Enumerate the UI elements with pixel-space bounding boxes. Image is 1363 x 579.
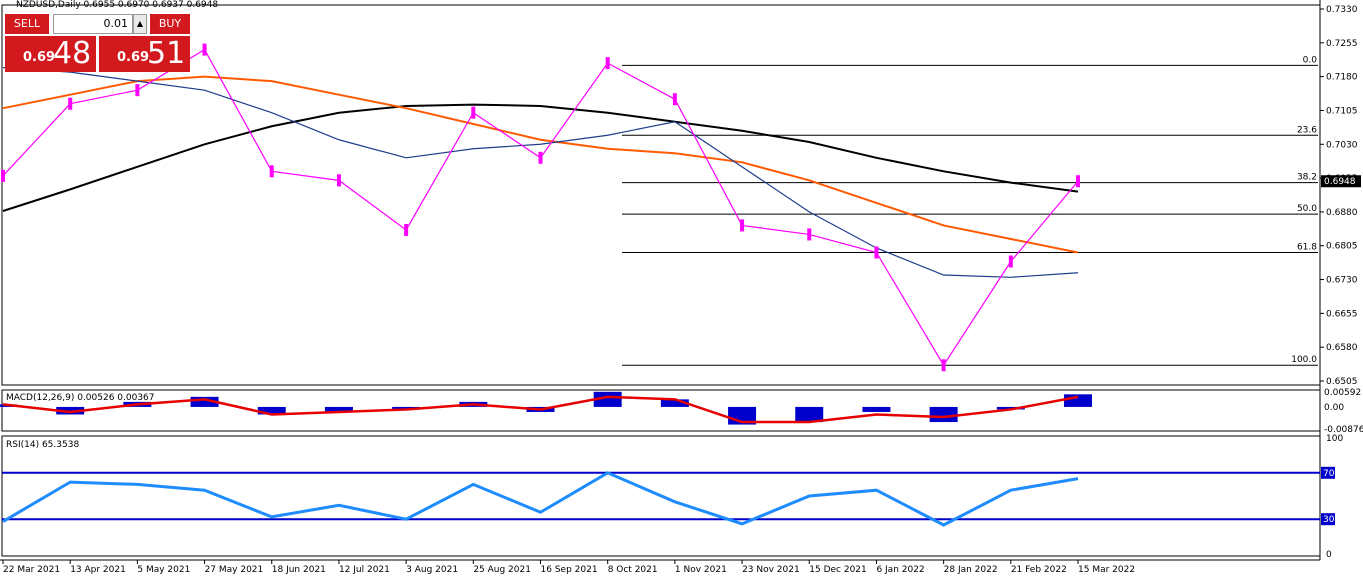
sell-price-big: 48 (53, 36, 92, 71)
price-tick-label: 0.6730 (1326, 276, 1358, 286)
fib-level-label: 23.6 (1297, 125, 1317, 135)
price-candle (471, 106, 476, 119)
time-tick-label: 13 Apr 2021 (70, 565, 126, 575)
time-tick-label: 15 Mar 2022 (1078, 565, 1135, 575)
price-candle (672, 93, 677, 106)
series-ma50-line (2, 67, 1079, 278)
price-candle (202, 43, 207, 56)
macd-tick-label: 0.00592 (1324, 388, 1361, 398)
time-tick-label: 12 Jul 2021 (339, 565, 390, 575)
price-candle (538, 151, 543, 164)
price-candle (404, 223, 409, 236)
chart-window[interactable]: 0.73300.72550.71800.71050.70300.69550.68… (0, 0, 1363, 579)
rsi-line (2, 471, 1079, 527)
time-tick-label: 23 Nov 2021 (742, 565, 800, 575)
time-tick-label: 16 Sep 2021 (541, 565, 598, 575)
macd-title: MACD(12,26,9) 0.00526 0.00367 (6, 393, 155, 403)
one-click-trade-panel: SELL ▼ 0.01 ▲ BUY 0.69 48 0.69 51 (5, 14, 190, 72)
rsi-title: RSI(14) 65.3538 (6, 440, 79, 450)
price-tick-label: 0.6655 (1326, 309, 1358, 319)
macd-signal-line (2, 395, 1079, 424)
time-tick-label: 3 Aug 2021 (406, 565, 458, 575)
macd-histogram-bar (929, 406, 958, 423)
price-candle (941, 359, 946, 372)
macd-tick-label: 0.00 (1324, 403, 1344, 413)
time-tick-label: 6 Jan 2022 (876, 565, 924, 575)
price-tick-label: 0.7255 (1326, 39, 1358, 49)
fib-level-label: 100.0 (1291, 355, 1317, 365)
time-tick-label: 27 May 2021 (205, 565, 264, 575)
price-tick-label: 0.6580 (1326, 343, 1358, 353)
buy-price-big: 51 (147, 36, 186, 71)
chart-canvas[interactable]: 0.73300.72550.71800.71050.70300.69550.68… (0, 0, 1363, 579)
current-price-label: 0.6948 (1324, 177, 1356, 187)
sell-price-small: 0.69 (23, 50, 56, 65)
price-candle (874, 246, 879, 259)
sell-price-box[interactable]: 0.69 48 (5, 36, 96, 72)
price-candle (68, 97, 73, 110)
time-tick-label: 1 Nov 2021 (675, 565, 727, 575)
price-tick-label: 0.7180 (1326, 73, 1358, 83)
price-candle (740, 219, 745, 232)
panel-frame-2 (1, 389, 1321, 432)
price-candle (1076, 175, 1080, 188)
time-tick-label: 25 Aug 2021 (473, 565, 531, 575)
time-tick-label: 5 May 2021 (137, 565, 190, 575)
time-tick-label: 15 Dec 2021 (809, 565, 867, 575)
rsi-level-label: 70 (1323, 469, 1335, 479)
series-price-line (2, 48, 1079, 367)
macd-histogram-bar (1064, 394, 1092, 407)
price-candle (336, 174, 341, 187)
buy-price-small: 0.69 (117, 50, 150, 65)
fib-level-label: 61.8 (1297, 242, 1317, 252)
fib-level-label: 50.0 (1297, 204, 1317, 214)
fib-level-label: 38.2 (1297, 173, 1317, 183)
price-tick-label: 0.7030 (1326, 140, 1358, 150)
sell-button[interactable]: SELL (5, 14, 49, 34)
macd-histogram-bar (862, 406, 891, 412)
rsi-level-label: 30 (1323, 515, 1335, 525)
time-tick-label: 8 Oct 2021 (608, 565, 658, 575)
rsi-tick-label: 0 (1326, 550, 1332, 560)
time-tick-label: 21 Feb 2022 (1011, 565, 1067, 575)
buy-price-box[interactable]: 0.69 51 (99, 36, 190, 72)
quantity-increase-icon[interactable]: ▲ (133, 14, 147, 34)
price-tick-label: 0.6805 (1326, 242, 1358, 252)
price-candle (1, 169, 5, 182)
price-candle (269, 165, 274, 178)
quantity-input[interactable]: 0.01 (53, 14, 133, 34)
price-tick-label: 0.6880 (1326, 208, 1358, 218)
price-tick-label: 0.7330 (1326, 5, 1358, 15)
price-candle (1008, 255, 1013, 268)
price-tick-label: 0.7105 (1326, 106, 1358, 116)
price-candle (135, 84, 140, 97)
rsi-tick-label: 100 (1326, 434, 1343, 444)
time-tick-label: 18 Jun 2021 (272, 565, 326, 575)
price-tick-label: 0.6505 (1326, 377, 1358, 387)
panel-frame-1 (1, 4, 1321, 386)
buy-button[interactable]: BUY (150, 14, 190, 34)
series-ma100-line (2, 75, 1079, 254)
fib-level-label: 0.0 (1303, 55, 1318, 65)
price-candle (605, 57, 610, 70)
symbol-header: NZDUSD,Daily 0.6955 0.6970 0.6937 0.6948 (16, 0, 219, 10)
time-tick-label: 22 Mar 2021 (3, 565, 60, 575)
time-tick-label: 28 Jan 2022 (944, 565, 998, 575)
price-candle (807, 228, 812, 241)
